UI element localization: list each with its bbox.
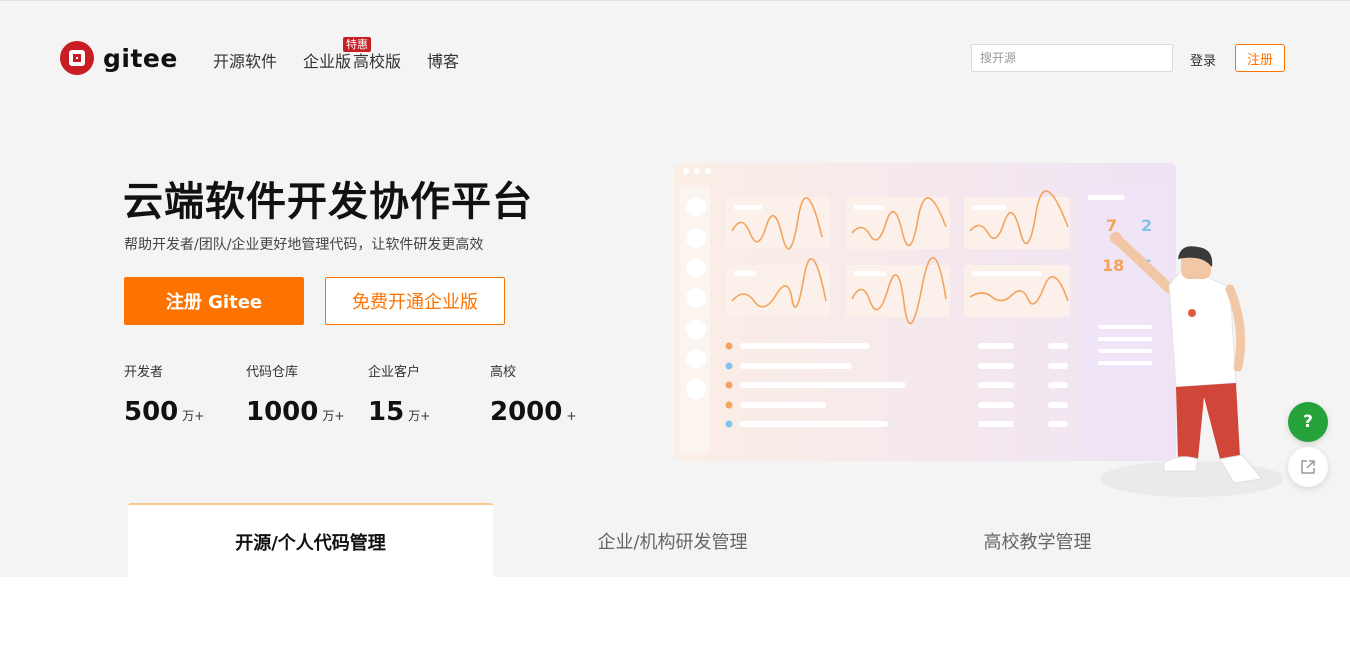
gitee-logo[interactable]: gitee <box>60 41 178 75</box>
calendar-number: 18 <box>1102 256 1124 275</box>
gitee-logo-icon <box>60 41 94 75</box>
stat-unit: 万+ <box>408 409 431 423</box>
nav-education[interactable]: 高校版 <box>353 48 401 72</box>
feedback-button[interactable] <box>1288 447 1328 487</box>
stat-unit: + <box>566 409 577 423</box>
stat-repositories: 代码仓库 1000 万+ <box>246 361 344 427</box>
hero-section: gitee 开源软件 企业版 特惠 高校版 博客 登录 注册 云端软件开发协作平… <box>0 0 1350 578</box>
stat-number: 1000 <box>246 397 319 427</box>
dashboard-illustration: 7 2 18 6 <box>672 161 1284 510</box>
help-button[interactable]: ? <box>1288 402 1328 442</box>
stat-number: 500 <box>124 397 179 427</box>
logo-text: gitee <box>103 43 178 73</box>
stat-number: 15 <box>368 397 405 427</box>
stat-label: 开发者 <box>124 365 164 380</box>
tab-personal[interactable]: 开源/个人代码管理 <box>128 503 493 578</box>
stat-value: 500 万+ <box>124 397 204 427</box>
login-link[interactable]: 登录 <box>1190 50 1216 69</box>
search-input[interactable] <box>971 44 1173 72</box>
stat-value: 15 万+ <box>368 397 430 427</box>
hero-title: 云端软件开发协作平台 <box>123 179 533 225</box>
nav-enterprise-label: 企业版 <box>303 52 352 71</box>
nav-open-source[interactable]: 开源软件 <box>213 48 277 72</box>
external-link-icon <box>1301 460 1315 474</box>
tab-enterprise[interactable]: 企业/机构研发管理 <box>490 503 855 578</box>
main-nav: 开源软件 企业版 特惠 高校版 博客 <box>213 37 485 72</box>
signup-gitee-button[interactable]: 注册 Gitee <box>124 277 304 325</box>
stat-value: 1000 万+ <box>246 397 344 427</box>
stat-unit: 万+ <box>182 409 205 423</box>
stat-number: 2000 <box>490 397 563 427</box>
hero-subtitle: 帮助开发者/团队/企业更好地管理代码，让软件研发更高效 <box>124 237 484 253</box>
tab-education[interactable]: 高校教学管理 <box>855 503 1220 578</box>
signup-button-header[interactable]: 注册 <box>1235 44 1285 72</box>
stat-unit: 万+ <box>322 409 345 423</box>
stat-universities: 高校 2000 + <box>490 361 576 427</box>
calendar-number: 2 <box>1141 216 1152 235</box>
stat-label: 代码仓库 <box>246 365 299 380</box>
nav-blog[interactable]: 博客 <box>427 48 459 72</box>
stat-value: 2000 + <box>490 397 576 427</box>
stat-label: 企业客户 <box>368 365 421 380</box>
enterprise-trial-button[interactable]: 免费开通企业版 <box>325 277 505 325</box>
stat-enterprises: 企业客户 15 万+ <box>368 361 430 427</box>
nav-enterprise[interactable]: 企业版 特惠 <box>303 37 372 72</box>
stat-developers: 开发者 500 万+ <box>124 361 204 427</box>
stat-label: 高校 <box>490 365 517 380</box>
